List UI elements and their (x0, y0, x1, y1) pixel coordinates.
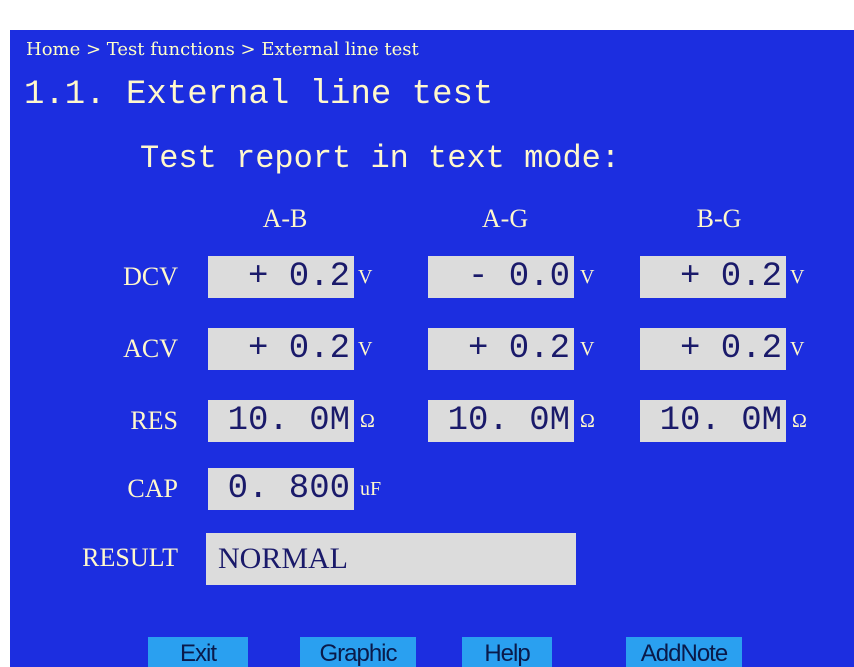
help-button[interactable]: Help (462, 637, 552, 667)
row-label-acv: ACV (123, 334, 178, 363)
acv-a-g-unit: V (580, 338, 595, 360)
res-a-g-unit: Ω (580, 410, 595, 432)
acv-b-g-value: + 0.2 (640, 328, 786, 370)
breadcrumb: Home > Test functions > External line te… (26, 39, 419, 60)
column-header-a-g: A-G (481, 204, 529, 233)
acv-a-b-unit: V (358, 338, 373, 360)
test-report-screen: Home > Test functions > External line te… (10, 30, 854, 667)
graphic-button[interactable]: Graphic (300, 637, 416, 667)
addnote-button[interactable]: AddNote (626, 637, 742, 667)
row-label-res: RES (130, 406, 178, 435)
exit-button[interactable]: Exit (148, 637, 248, 667)
page-title: 1.1. External line test (24, 76, 494, 114)
dcv-a-b-value: + 0.2 (208, 256, 354, 298)
dcv-a-b-unit: V (358, 266, 373, 288)
acv-a-b-value: + 0.2 (208, 328, 354, 370)
res-a-b-value: 10. 0M (208, 400, 354, 442)
acv-a-g-value: + 0.2 (428, 328, 574, 370)
res-a-b-unit: Ω (360, 410, 375, 432)
row-label-result: RESULT (82, 543, 178, 572)
row-label-cap: CAP (127, 474, 178, 503)
dcv-b-g-value: + 0.2 (640, 256, 786, 298)
page-subtitle: Test report in text mode: (140, 140, 621, 177)
column-header-a-b: A-B (262, 204, 308, 233)
res-a-g-value: 10. 0M (428, 400, 574, 442)
dcv-b-g-unit: V (790, 266, 805, 288)
row-label-dcv: DCV (123, 262, 178, 291)
res-b-g-value: 10. 0M (640, 400, 786, 442)
res-b-g-unit: Ω (792, 410, 807, 432)
acv-b-g-unit: V (790, 338, 805, 360)
dcv-a-g-value: - 0.0 (428, 256, 574, 298)
column-header-b-g: B-G (696, 204, 742, 233)
cap-a-b-unit: uF (360, 478, 382, 500)
cap-a-b-value: 0. 800 (208, 468, 354, 510)
dcv-a-g-unit: V (580, 266, 595, 288)
result-value: NORMAL (206, 533, 576, 585)
